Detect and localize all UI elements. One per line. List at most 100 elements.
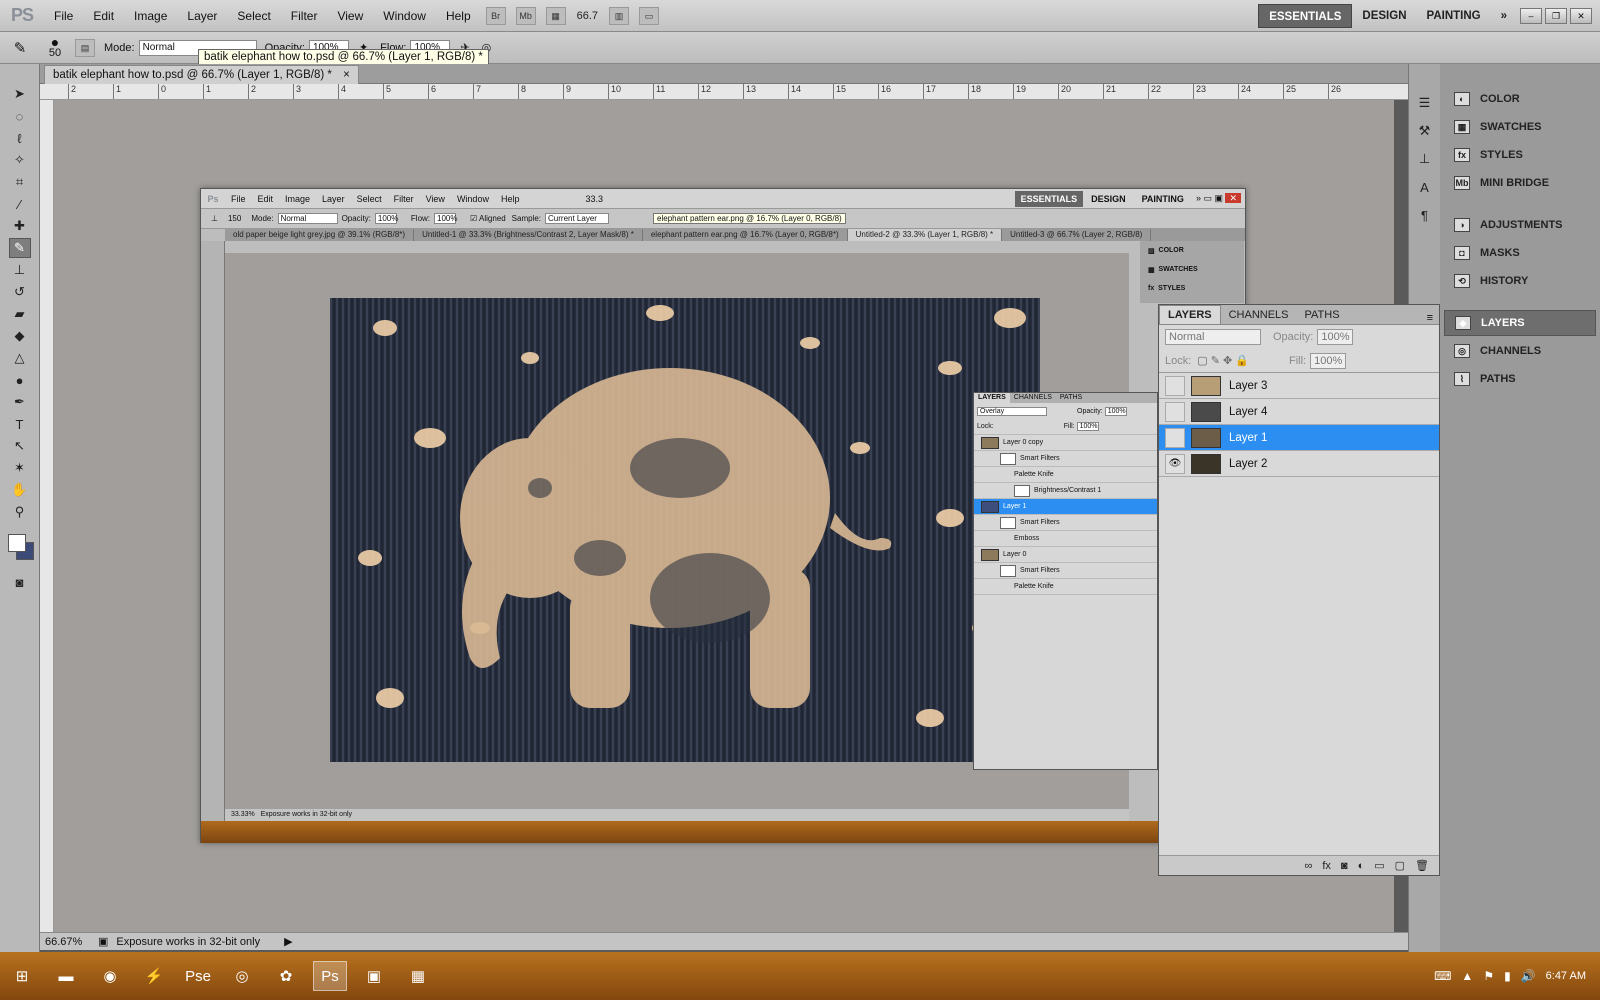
new-layer-icon[interactable]: ▢	[1395, 859, 1405, 872]
status-info-icon[interactable]: ▣	[98, 935, 108, 948]
more-workspaces-button[interactable]: »	[1491, 4, 1517, 28]
status-menu-arrow-icon[interactable]: ▶	[284, 935, 292, 948]
marquee-tool-icon[interactable]: ◌	[9, 106, 31, 126]
screen-mode-button[interactable]: ▭	[639, 6, 660, 25]
close-button[interactable]: ✕	[1570, 7, 1592, 24]
menu-file[interactable]: File	[44, 9, 83, 23]
menu-view[interactable]: View	[327, 9, 373, 23]
layer-row[interactable]: 👁 Layer 2	[1159, 451, 1439, 477]
minimize-button[interactable]: –	[1520, 7, 1542, 24]
eraser-tool-icon[interactable]: ▰	[9, 304, 31, 324]
brush-tool-icon[interactable]: ✎	[8, 238, 31, 258]
action-center-icon[interactable]: ⚑	[1483, 969, 1494, 983]
panel-channels[interactable]: ◎ CHANNELS	[1444, 338, 1596, 364]
layer-row[interactable]: Layer 3	[1159, 373, 1439, 399]
workspace-design[interactable]: DESIGN	[1352, 4, 1416, 28]
bridge-button[interactable]: Br	[485, 6, 506, 25]
type-tool-icon[interactable]: T	[9, 414, 31, 434]
brush-tool-preset-icon[interactable]: ✎	[0, 39, 40, 57]
panel-swatches[interactable]: ▦ SWATCHES	[1444, 114, 1596, 140]
layer-row-selected[interactable]: Layer 1	[1159, 425, 1439, 451]
chrome-icon[interactable]: ◉	[93, 961, 127, 991]
photoshop-icon[interactable]: Ps	[313, 961, 347, 991]
add-mask-icon[interactable]: ◙	[1341, 860, 1348, 872]
new-group-icon[interactable]: ▭	[1374, 859, 1384, 872]
link-layers-icon[interactable]: ∞	[1305, 860, 1313, 872]
clock[interactable]: 6:47 AM	[1546, 970, 1586, 982]
pen-tool-icon[interactable]: ✒	[9, 392, 31, 412]
tool-presets-icon[interactable]: ⚒	[1413, 120, 1437, 142]
visibility-toggle[interactable]	[1165, 375, 1185, 396]
character-icon[interactable]: A	[1413, 176, 1437, 198]
winamp-icon[interactable]: ⚡	[137, 961, 171, 991]
adjustment-layer-icon[interactable]: ◐	[1358, 860, 1365, 872]
tab-paths[interactable]: PATHS	[1297, 306, 1348, 324]
layer-opacity-field[interactable]: 100%	[1317, 329, 1354, 345]
show-hidden-icons[interactable]: ▲	[1461, 969, 1473, 983]
photo-viewer-icon[interactable]: ▣	[357, 961, 391, 991]
healing-brush-tool-icon[interactable]: ✚	[9, 216, 31, 236]
panel-masks[interactable]: ◘ MASKS	[1444, 240, 1596, 266]
menu-layer[interactable]: Layer	[177, 9, 227, 23]
eye-icon[interactable]: 👁	[1165, 453, 1185, 474]
panel-color[interactable]: ◐ COLOR	[1444, 86, 1596, 112]
file-explorer-icon[interactable]: ▬	[49, 961, 83, 991]
move-tool-icon[interactable]: ➤	[9, 84, 31, 104]
lock-icons[interactable]: ▢ ✎ ✥ 🔒	[1197, 354, 1249, 367]
photoshop-elements-icon[interactable]: Pse	[181, 961, 215, 991]
tab-layers[interactable]: LAYERS	[1159, 305, 1221, 324]
battery-icon[interactable]: ▮	[1504, 969, 1511, 983]
panel-layers[interactable]: ◈ LAYERS	[1444, 310, 1596, 336]
quick-mask-icon[interactable]: ◙	[9, 572, 31, 592]
crop-tool-icon[interactable]: ⌗	[9, 172, 31, 192]
dodge-tool-icon[interactable]: ●	[9, 370, 31, 390]
menu-image[interactable]: Image	[124, 9, 177, 23]
menu-edit[interactable]: Edit	[83, 9, 124, 23]
workspace-painting[interactable]: PAINTING	[1417, 4, 1491, 28]
shape-tool-icon[interactable]: ✶	[9, 458, 31, 478]
eyedropper-tool-icon[interactable]: ⁄	[9, 194, 31, 214]
volume-icon[interactable]: 🔊	[1521, 969, 1536, 983]
arrange-documents-button[interactable]: ▥	[609, 6, 630, 25]
menu-select[interactable]: Select	[227, 9, 280, 23]
foreground-color-swatch[interactable]	[8, 534, 26, 552]
zoom-level[interactable]: 66.7	[577, 10, 598, 22]
document-tab[interactable]: batik elephant how to.psd @ 66.7% (Layer…	[44, 65, 359, 84]
history-brush-tool-icon[interactable]: ↺	[9, 282, 31, 302]
fill-field[interactable]: 100%	[1310, 352, 1347, 369]
panel-adjustments[interactable]: ◑ ADJUSTMENTS	[1444, 212, 1596, 238]
layer-row[interactable]: Layer 4	[1159, 399, 1439, 425]
camera-icon[interactable]: ◎	[225, 961, 259, 991]
brush-panel-toggle[interactable]: ▤	[75, 38, 95, 57]
menu-help[interactable]: Help	[436, 9, 481, 23]
brush-size-picker[interactable]: ● 50	[40, 35, 70, 59]
paint-bucket-tool-icon[interactable]: ◆	[9, 326, 31, 346]
zoom-tool-icon[interactable]: ⚲	[9, 502, 31, 522]
path-selection-tool-icon[interactable]: ↖	[9, 436, 31, 456]
maximize-button[interactable]: ❐	[1545, 7, 1567, 24]
menu-window[interactable]: Window	[373, 9, 436, 23]
paint-icon[interactable]: ✿	[269, 961, 303, 991]
panel-history[interactable]: ⟲ HISTORY	[1444, 268, 1596, 294]
blend-mode-select[interactable]: Normal	[1165, 329, 1261, 345]
panel-menu-icon[interactable]: ≡	[1421, 312, 1439, 324]
color-swatches[interactable]	[0, 530, 39, 570]
panel-styles[interactable]: fx STYLES	[1444, 142, 1596, 168]
panel-paths[interactable]: ⌇ PATHS	[1444, 366, 1596, 392]
visibility-toggle[interactable]	[1165, 401, 1185, 422]
hand-tool-icon[interactable]: ✋	[9, 480, 31, 500]
mini-bridge-button[interactable]: Mb	[515, 6, 536, 25]
visibility-toggle[interactable]	[1165, 427, 1185, 448]
clone-source-icon[interactable]: ⊥	[1413, 148, 1437, 170]
keyboard-icon[interactable]: ⌨	[1434, 969, 1451, 983]
quick-selection-tool-icon[interactable]: ✧	[9, 150, 31, 170]
start-icon[interactable]: ⊞	[5, 961, 39, 991]
status-zoom[interactable]: 66.67%	[40, 936, 90, 948]
menu-filter[interactable]: Filter	[281, 9, 328, 23]
clone-stamp-tool-icon[interactable]: ⊥	[9, 260, 31, 280]
view-extras-button[interactable]: ▦	[545, 6, 566, 25]
panel-mini-bridge[interactable]: Mb MINI BRIDGE	[1444, 170, 1596, 196]
tab-channels[interactable]: CHANNELS	[1221, 306, 1297, 324]
workspace-essentials[interactable]: ESSENTIALS	[1258, 3, 1353, 28]
layer-style-icon[interactable]: fx	[1322, 860, 1331, 872]
